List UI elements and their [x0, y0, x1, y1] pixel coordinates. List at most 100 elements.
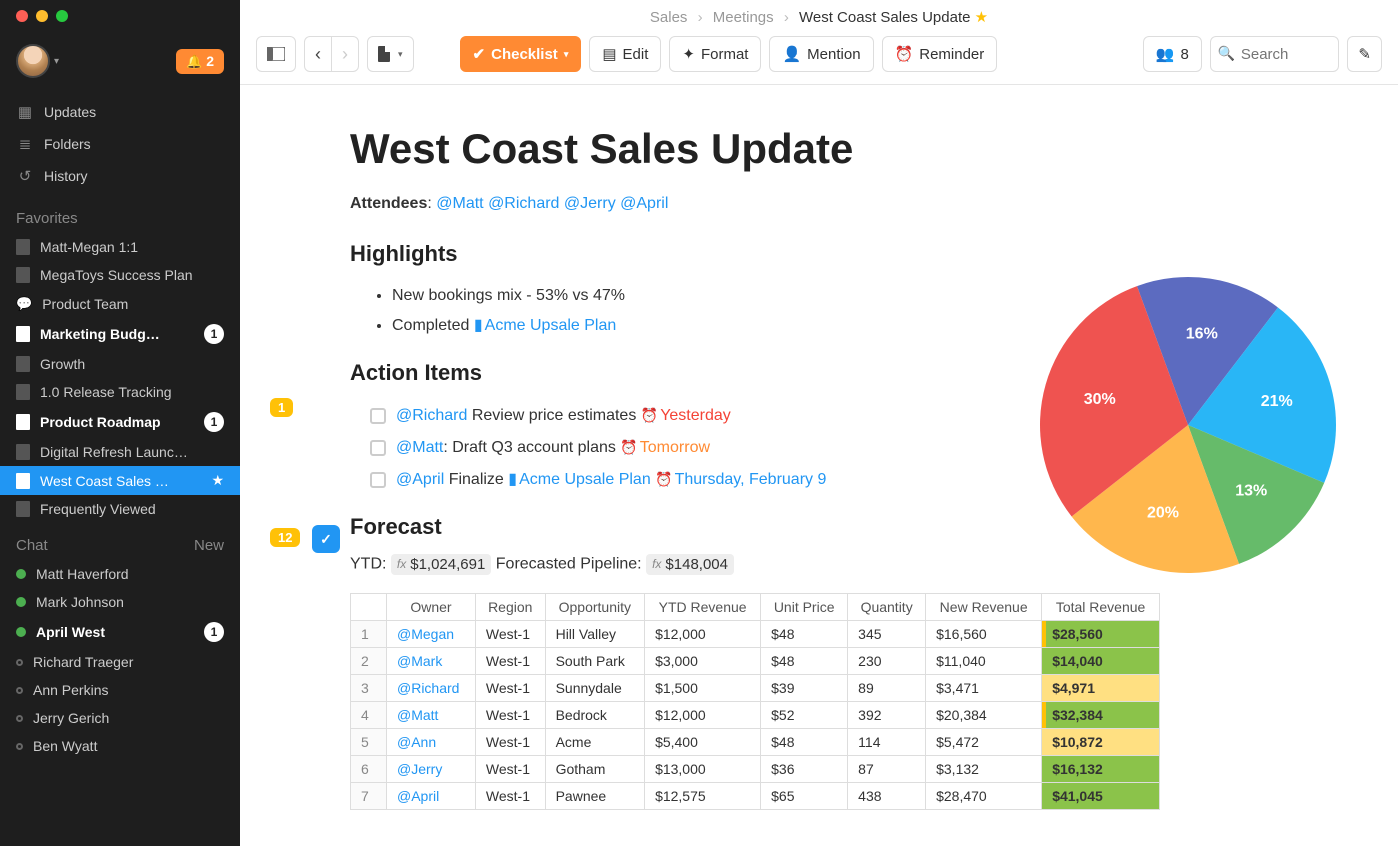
avatar [16, 44, 50, 78]
cell-region: West-1 [475, 674, 545, 701]
formula-chip[interactable]: fx$148,004 [646, 554, 734, 575]
mention[interactable]: @Jerry [397, 761, 442, 777]
mention[interactable]: @Matt [397, 707, 438, 723]
nav-label: History [44, 168, 88, 184]
mention[interactable]: @Megan [397, 626, 454, 642]
cell-price: $36 [761, 755, 848, 782]
mention[interactable]: @Matt [436, 195, 483, 212]
format-button[interactable]: ✦ Format [669, 36, 761, 72]
chat-header: Chat New [0, 523, 240, 560]
mention[interactable]: @Matt [396, 439, 443, 456]
mention[interactable]: @Richard [396, 407, 467, 424]
sidebar-favorite-item[interactable]: West Coast Sales …★ [0, 466, 240, 495]
action-item: @Matt: Draft Q3 account plans ⏰Tomorrow [370, 432, 1160, 464]
chat-item[interactable]: Matt Haverford [0, 560, 240, 588]
comment-count-badge[interactable]: 1 [270, 398, 293, 417]
mention[interactable]: @Richard [488, 195, 559, 212]
notifications-button[interactable]: 2 [176, 49, 224, 74]
cell-qty: 392 [848, 701, 926, 728]
cell-region: West-1 [475, 620, 545, 647]
cell-owner: @Matt [387, 701, 476, 728]
row-number: 1 [351, 620, 387, 647]
chat-icon [16, 295, 32, 312]
chat-item[interactable]: Richard Traeger [0, 648, 240, 676]
mention[interactable]: @April [620, 195, 668, 212]
sidebar: ▾ 2 ▦ Updates ≣ Folders ↺ History Favori… [0, 0, 240, 846]
cell-region: West-1 [475, 755, 545, 782]
document-menu-button[interactable]: ▾ [367, 36, 414, 72]
reminder-button[interactable]: ⏰ Reminder [882, 36, 998, 72]
mention[interactable]: @Richard [397, 680, 459, 696]
due-date[interactable]: ⏰Tomorrow [620, 439, 710, 456]
compose-button[interactable]: ✎ [1347, 36, 1382, 72]
chat-item[interactable]: Mark Johnson [0, 588, 240, 616]
chat-item[interactable]: Jerry Gerich [0, 704, 240, 732]
close-window-icon[interactable] [16, 10, 28, 22]
formula-chip[interactable]: fx$1,024,691 [391, 554, 491, 575]
mention[interactable]: @April [397, 788, 439, 804]
checkbox[interactable] [370, 408, 386, 424]
unread-count: 1 [204, 622, 224, 642]
sidebar-favorite-item[interactable]: Product Roadmap1 [0, 406, 240, 438]
user-menu[interactable]: ▾ [16, 44, 59, 78]
people-button[interactable]: 👥 8 [1143, 36, 1202, 72]
document-link[interactable]: ▮Acme Upsale Plan [508, 471, 650, 488]
cell-total: $10,872 [1042, 728, 1160, 755]
breadcrumb-current: West Coast Sales Update [799, 9, 970, 26]
mention[interactable]: @Mark [397, 653, 442, 669]
breadcrumb-root[interactable]: Sales [650, 9, 688, 26]
sidebar-favorite-item[interactable]: Marketing Budg…1 [0, 318, 240, 350]
table-header: Unit Price [761, 593, 848, 620]
cell-region: West-1 [475, 701, 545, 728]
document-icon [16, 326, 30, 342]
sidebar-favorite-item[interactable]: 1.0 Release Tracking [0, 378, 240, 406]
comment-count-badge[interactable]: 12 [270, 528, 300, 547]
new-chat-button[interactable]: New [194, 537, 224, 554]
button-label: Checklist [491, 46, 558, 63]
breadcrumb-mid[interactable]: Meetings [713, 9, 774, 26]
cell-opportunity: South Park [545, 647, 644, 674]
checkbox[interactable] [370, 472, 386, 488]
mention[interactable]: @Ann [397, 734, 436, 750]
due-date[interactable]: ⏰Yesterday [641, 407, 731, 424]
nav-forward-button[interactable]: › [331, 36, 359, 72]
nav-updates[interactable]: ▦ Updates [0, 96, 240, 128]
chat-item[interactable]: April West1 [0, 616, 240, 648]
checklist-button[interactable]: ✔ Checklist ▾ [460, 36, 582, 72]
minimize-window-icon[interactable] [36, 10, 48, 22]
checkbox[interactable] [370, 440, 386, 456]
star-icon[interactable]: ★ [975, 9, 988, 26]
favorite-label: Digital Refresh Launc… [40, 444, 224, 460]
mention[interactable]: @April [396, 471, 444, 488]
person-icon: 👤 [782, 45, 801, 63]
row-number: 7 [351, 782, 387, 809]
cell-ytd: $12,000 [645, 620, 761, 647]
edit-button[interactable]: ▤ Edit [589, 36, 661, 72]
maximize-window-icon[interactable] [56, 10, 68, 22]
sidebar-favorite-item[interactable]: MegaToys Success Plan [0, 261, 240, 289]
cell-owner: @Jerry [387, 755, 476, 782]
cell-owner: @Megan [387, 620, 476, 647]
chat-item[interactable]: Ben Wyatt [0, 732, 240, 760]
nav-back-button[interactable]: ‹ [304, 36, 332, 72]
chat-name: Richard Traeger [33, 654, 224, 670]
sidebar-favorite-item[interactable]: Matt-Megan 1:1 [0, 233, 240, 261]
document-link[interactable]: ▮Acme Upsale Plan [474, 317, 616, 334]
people-count: 8 [1181, 46, 1189, 63]
toggle-sidebar-button[interactable] [256, 36, 296, 72]
nav-history[interactable]: ↺ History [0, 160, 240, 192]
sidebar-favorite-item[interactable]: Growth [0, 350, 240, 378]
cell-newrev: $3,132 [926, 755, 1042, 782]
window-controls [16, 10, 68, 22]
mention-button[interactable]: 👤 Mention [769, 36, 873, 72]
sidebar-favorite-item[interactable]: Product Team [0, 289, 240, 318]
due-date[interactable]: ⏰Thursday, February 9 [655, 471, 826, 488]
sidebar-favorite-item[interactable]: Digital Refresh Launc… [0, 438, 240, 466]
mention[interactable]: @Jerry [564, 195, 616, 212]
clock-icon: ⏰ [895, 45, 914, 63]
sidebar-favorite-item[interactable]: Frequently Viewed [0, 495, 240, 523]
checklist-toggle[interactable]: ✓ [312, 525, 340, 553]
nav-folders[interactable]: ≣ Folders [0, 128, 240, 160]
chat-item[interactable]: Ann Perkins [0, 676, 240, 704]
table-row: 3@RichardWest-1Sunnydale$1,500$3989$3,47… [351, 674, 1160, 701]
